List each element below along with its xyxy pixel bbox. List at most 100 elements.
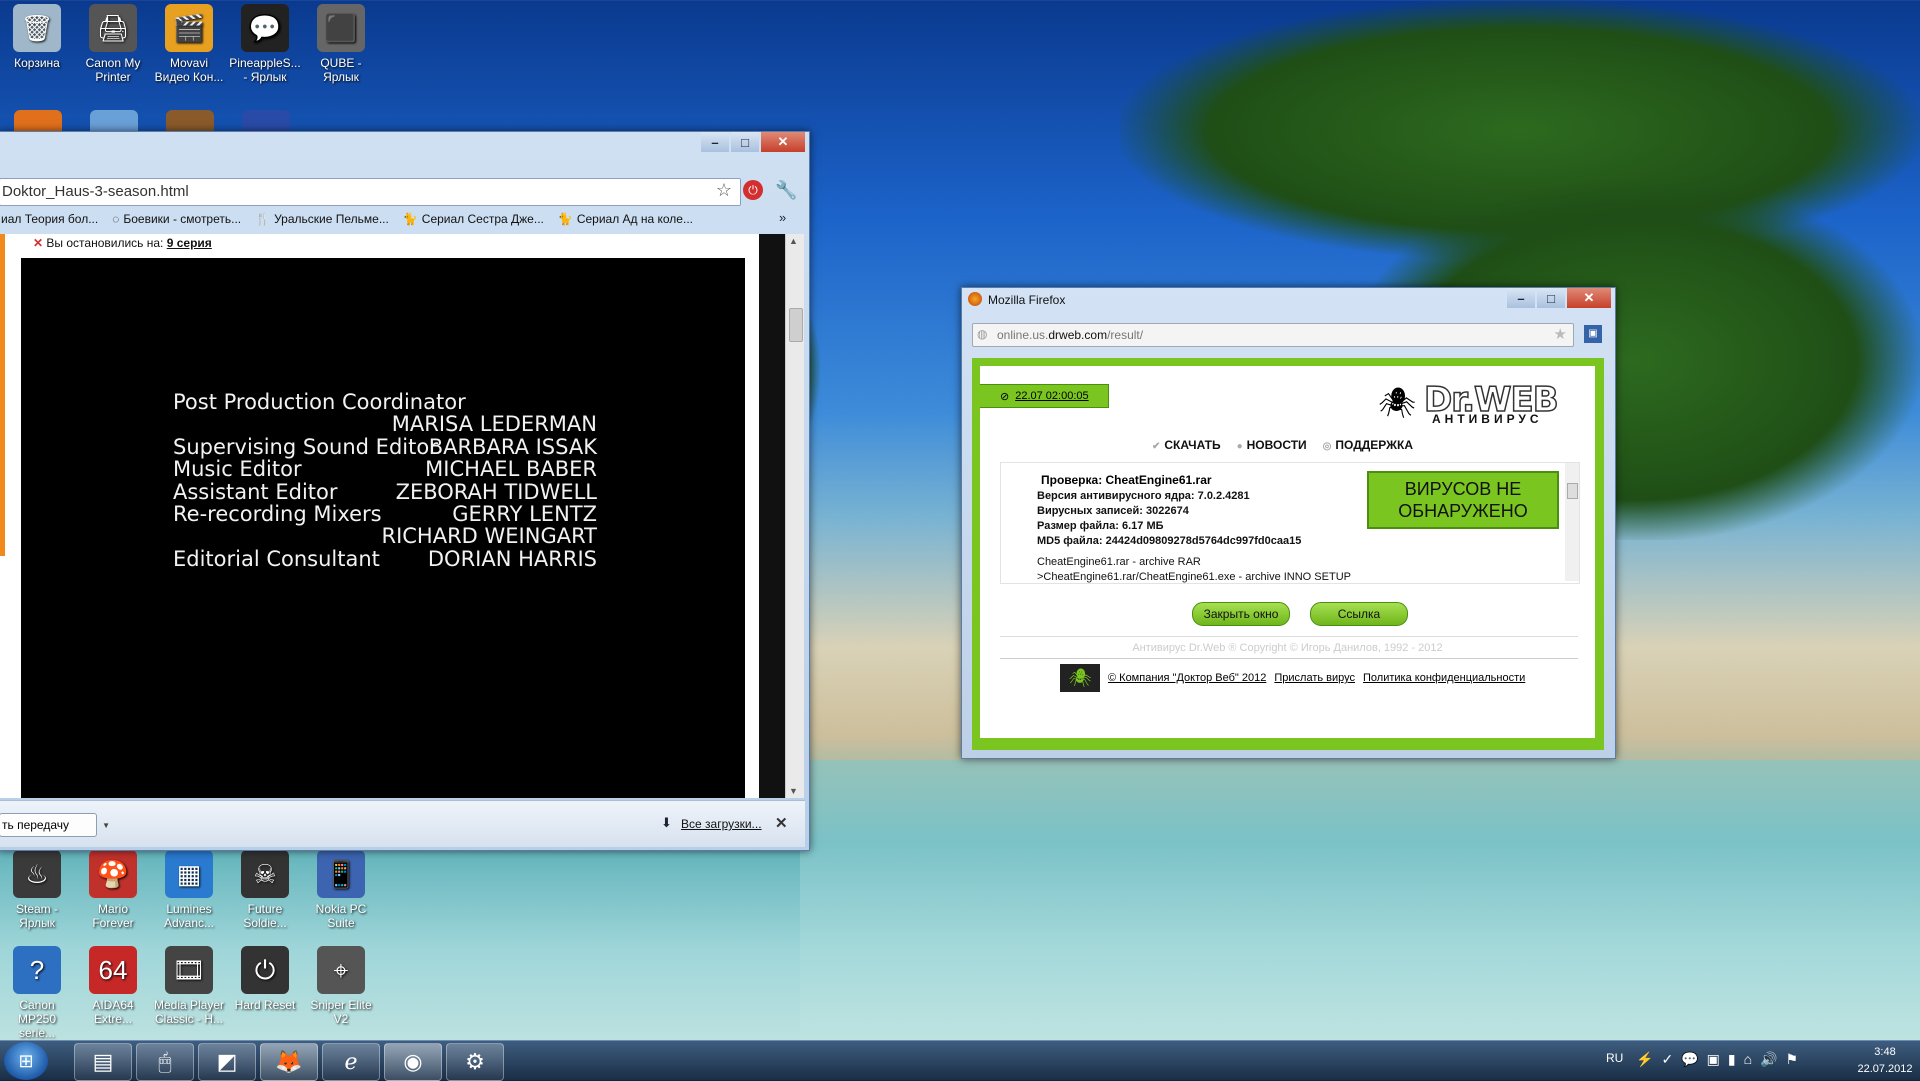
clock-date[interactable]: 22.07.2012	[1852, 1063, 1918, 1075]
volume-icon[interactable]: 🔊	[1760, 1051, 1785, 1067]
drweb-nav-label: ПОДДЕРЖКА	[1335, 438, 1413, 452]
bookmark-item[interactable]: 🍴 Уральские Пельме...	[255, 212, 389, 226]
scroll-up-icon[interactable]: ▲	[789, 236, 798, 246]
desktop-icon[interactable]: ▦ Lumines Advanc...	[152, 848, 226, 930]
steam-icon: ♨	[13, 850, 61, 898]
taskbar-mouse-icon[interactable]: 🖱	[136, 1043, 194, 1081]
drweb-panel: ⊘ 22.07 02:00:05 🕷 Dr.WEB АНТИВИРУС ✔ СКА…	[980, 366, 1595, 738]
desktop-icon[interactable]: ⌖ Sniper Elite V2	[304, 944, 378, 1026]
copyright: Антивирус Dr.Web ® Copyright © Игорь Дан…	[1132, 642, 1443, 654]
wrench-icon[interactable]: 🔧	[775, 180, 797, 201]
globe-icon: ◍	[977, 327, 988, 341]
scroll-down-icon[interactable]: ▼	[789, 786, 798, 796]
bookmark-item[interactable]: 🐈 Сериал Ад на коле...	[558, 212, 693, 226]
vertical-scrollbar[interactable]: ▲ ▼	[785, 234, 804, 798]
footer-link[interactable]: © Компания "Доктор Веб" 2012	[1108, 672, 1266, 684]
footer-link[interactable]: Прислать вирус	[1274, 672, 1355, 684]
star-icon[interactable]: ☆	[716, 180, 732, 201]
maximize-button[interactable]: □	[731, 132, 759, 152]
chrome-titlebar[interactable]	[0, 132, 809, 154]
desktop-icon[interactable]: 🖨 Canon My Printer	[76, 2, 150, 84]
taskbar-window-icon[interactable]: ◩	[198, 1043, 256, 1081]
drweb-nav-item[interactable]: ◎ ПОДДЕРЖКА	[1323, 438, 1413, 452]
credit-name: ZEBORAH TIDWELL	[395, 479, 597, 504]
credit-role: Assistant Editor	[173, 479, 338, 504]
all-downloads-link[interactable]: Все загрузки...	[681, 817, 762, 831]
close-shelf-icon[interactable]: ✕	[775, 814, 788, 832]
download-item[interactable]: ть передачу ▼	[0, 813, 110, 837]
adblock-icon[interactable]: ⏻	[743, 180, 763, 200]
video-player[interactable]: Post Production Coordinator MARISA LEDERM…	[21, 258, 745, 798]
close-window-button[interactable]: Закрыть окно	[1192, 602, 1290, 626]
close-x-icon[interactable]: ✕	[33, 236, 43, 250]
help-icon: ?	[13, 946, 61, 994]
flash-icon[interactable]: ⚡	[1636, 1051, 1661, 1067]
desktop-icon[interactable]: 🍄 Mario Forever	[76, 848, 150, 930]
credit-name: DORIAN HARRIS	[427, 546, 597, 571]
credit-name: GERRY LENTZ	[452, 502, 597, 526]
timestamp-text[interactable]: 22.07 02:00:05	[1015, 390, 1088, 402]
desktop-icon[interactable]: 64 AIDA64 Extre...	[76, 944, 150, 1026]
ff-address-bar[interactable]: ◍ online.us.drweb.com/result/ ★	[972, 323, 1574, 347]
ff-minimize-button[interactable]: –	[1507, 288, 1535, 308]
desktop-icon[interactable]: 🗑 Корзина	[0, 2, 74, 70]
chat-icon[interactable]: 💬	[1681, 1051, 1706, 1067]
clock-time[interactable]: 3:48	[1860, 1046, 1910, 1058]
desktop-icon[interactable]: ♨ Steam - Ярлык	[0, 848, 74, 930]
desktop-icon[interactable]: ? Canon MP250 serie...	[0, 944, 74, 1040]
desktop-icon[interactable]: ☠ Future Soldie...	[228, 848, 302, 930]
credit-role: Post Production Coordinator	[173, 390, 466, 414]
taskbar-cheatengine-icon[interactable]: ⚙	[446, 1043, 504, 1081]
taskbar-ie-icon[interactable]: ℯ	[322, 1043, 380, 1081]
scroll-thumb[interactable]	[789, 308, 803, 342]
start-button[interactable]: ⊞	[4, 1042, 48, 1080]
scan-log: CheatEngine61.rar - archive RAR >CheatEng…	[1037, 555, 1351, 583]
bookmarks-overflow-icon[interactable]: »	[779, 210, 786, 225]
battery-icon[interactable]: ▮	[1728, 1051, 1744, 1067]
desktop-icon[interactable]: 🎞 Media Player Classic - H...	[152, 944, 226, 1026]
taskbar-firefox-icon[interactable]: 🦊	[260, 1043, 318, 1081]
download-shelf: ть передачу ▼ ⬇ Все загрузки... ✕	[0, 800, 805, 847]
desktop-icon[interactable]: ⬛ QUBE - Ярлык	[304, 2, 378, 84]
check-detail-line: Версия антивирусного ядра: 7.0.2.4281	[1037, 490, 1250, 502]
drweb-frame: ⊘ 22.07 02:00:05 🕷 Dr.WEB АНТИВИРУС ✔ СКА…	[972, 358, 1604, 750]
link-button[interactable]: Ссылка	[1310, 602, 1408, 626]
result-scrollbar[interactable]	[1565, 463, 1579, 581]
credit-role: Re-recording Mixers	[173, 502, 382, 526]
close-button[interactable]: ✕	[761, 132, 805, 152]
result-scroll-thumb[interactable]	[1567, 483, 1578, 499]
chevron-down-icon[interactable]: ▼	[102, 821, 110, 830]
language-indicator[interactable]: RU	[1606, 1051, 1623, 1065]
resume-episode-link[interactable]: 9 серия	[167, 236, 212, 250]
bookmark-label: Уральские Пельме...	[274, 212, 389, 226]
check-detail-line: Вирусных записей: 3022674	[1037, 505, 1189, 517]
media-player-icon: 🎞	[165, 946, 213, 994]
taskbar-task-manager-icon[interactable]: ▤	[74, 1043, 132, 1081]
ff-star-icon[interactable]: ★	[1554, 325, 1567, 343]
desktop-icon-label: Корзина	[14, 56, 60, 70]
drweb-nav-item[interactable]: ● НОВОСТИ	[1237, 438, 1307, 452]
minimize-button[interactable]: –	[701, 132, 729, 152]
sniper-icon: ⌖	[317, 946, 365, 994]
desktop-icon-label: Hard Reset	[234, 998, 296, 1012]
ff-maximize-button[interactable]: □	[1537, 288, 1565, 308]
desktop-icon[interactable]: ⏻ Hard Reset	[228, 944, 302, 1012]
desktop-icon[interactable]: 📱 Nokia PC Suite	[304, 848, 378, 930]
shield-icon[interactable]: ✓	[1661, 1051, 1681, 1067]
display-icon[interactable]: ▣	[1707, 1051, 1728, 1067]
bookmark-item[interactable]: 🐈 Сериал Сестра Дже...	[403, 212, 544, 226]
network-icon[interactable]: ⌂	[1744, 1051, 1760, 1067]
desktop-icon-label: Future Soldie...	[243, 902, 287, 930]
bookmark-item[interactable]: ◌ Боевики - смотреть...	[112, 212, 241, 226]
drweb-nav: ✔ СКАЧАТЬ ● НОВОСТИ ◎ ПОДДЕРЖКА	[1152, 438, 1429, 452]
desktop-icon[interactable]: 💬 PineappleS... - Ярлык	[228, 2, 302, 84]
address-bar[interactable]: Doktor_Haus-3-season.html ☆	[0, 178, 741, 206]
bookmark-item[interactable]: иал Теория бол...	[1, 212, 98, 226]
flag-icon[interactable]: ⚑	[1785, 1051, 1806, 1067]
desktop-icon[interactable]: 🎬 Movavi Видео Кон...	[152, 2, 226, 84]
ff-close-button[interactable]: ✕	[1567, 288, 1611, 308]
ff-addon-icon[interactable]: ▣	[1584, 325, 1602, 343]
footer-link[interactable]: Политика конфиденциальности	[1363, 672, 1525, 684]
taskbar-chrome-icon[interactable]: ◉	[384, 1043, 442, 1081]
drweb-nav-item[interactable]: ✔ СКАЧАТЬ	[1152, 438, 1221, 452]
